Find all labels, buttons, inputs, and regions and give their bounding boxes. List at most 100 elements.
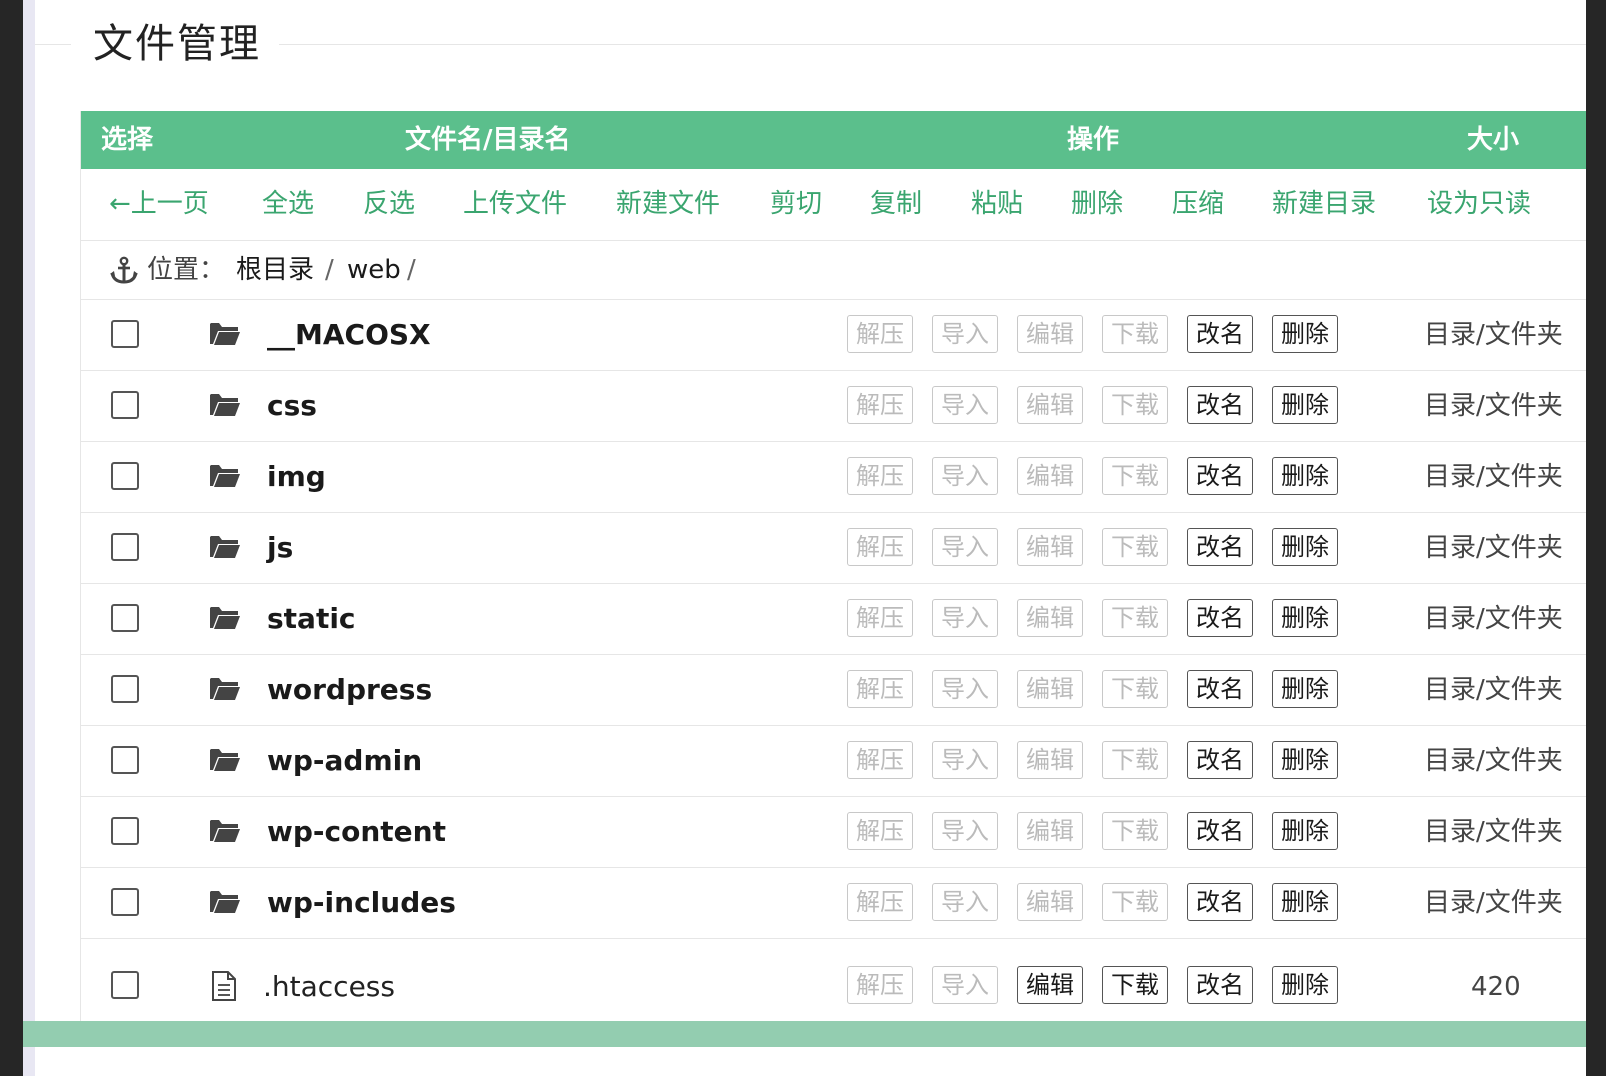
- row-checkbox[interactable]: [111, 888, 139, 916]
- edit-button: 编辑: [1017, 386, 1083, 424]
- extract-button: 解压: [847, 670, 913, 708]
- download-button: 下载: [1102, 599, 1168, 637]
- rename-button[interactable]: 改名: [1187, 883, 1253, 921]
- delete-row-button[interactable]: 删除: [1272, 966, 1338, 1004]
- window-left-edge: [0, 0, 23, 1076]
- rename-button[interactable]: 改名: [1187, 315, 1253, 353]
- edit-button: 编辑: [1017, 528, 1083, 566]
- download-button: 下载: [1102, 315, 1168, 353]
- table-row: css 解压 导入 编辑 下载 改名 删除 目录/文件夹: [81, 371, 1586, 442]
- import-button: 导入: [932, 812, 998, 850]
- header-filename: 文件名/目录名: [405, 125, 571, 155]
- edit-button: 编辑: [1017, 670, 1083, 708]
- file-size: 目录/文件夹: [1424, 746, 1563, 776]
- paste-button[interactable]: 粘贴: [971, 169, 1023, 240]
- file-name[interactable]: static: [267, 584, 356, 654]
- row-checkbox[interactable]: [111, 320, 139, 348]
- import-button: 导入: [932, 386, 998, 424]
- edit-button: 编辑: [1017, 741, 1083, 779]
- rename-button[interactable]: 改名: [1187, 599, 1253, 637]
- rename-button[interactable]: 改名: [1187, 966, 1253, 1004]
- file-name[interactable]: wp-content: [267, 797, 446, 867]
- row-checkbox[interactable]: [111, 604, 139, 632]
- select-all-button[interactable]: 全选: [262, 169, 314, 240]
- table-row: wp-includes 解压 导入 编辑 下载 改名 删除 目录/文件夹: [81, 868, 1586, 939]
- import-button: 导入: [932, 966, 998, 1004]
- file-size: 目录/文件夹: [1424, 888, 1563, 918]
- file-name[interactable]: js: [267, 513, 293, 583]
- row-checkbox[interactable]: [111, 391, 139, 419]
- prev-page-button[interactable]: ←上一页: [109, 169, 209, 240]
- table-row: wp-admin 解压 导入 编辑 下载 改名 删除 目录/文件夹: [81, 726, 1586, 797]
- file-name[interactable]: __MACOSX: [267, 300, 431, 370]
- breadcrumb: 位置： 根目录 / web /: [81, 241, 1586, 300]
- invert-selection-button[interactable]: 反选: [363, 169, 415, 240]
- rename-button[interactable]: 改名: [1187, 670, 1253, 708]
- file-table: 选择 文件名/目录名 操作 大小 ←上一页 全选 反选 上传文件 新建文件 剪切…: [80, 111, 1586, 1025]
- row-checkbox[interactable]: [111, 533, 139, 561]
- new-file-button[interactable]: 新建文件: [616, 169, 720, 240]
- folder-icon: [209, 533, 241, 561]
- new-directory-button[interactable]: 新建目录: [1272, 169, 1376, 240]
- delete-row-button[interactable]: 删除: [1272, 386, 1338, 424]
- location-label: 位置：: [147, 255, 226, 285]
- folder-icon: [209, 391, 241, 419]
- set-readonly-button[interactable]: 设为只读: [1427, 169, 1531, 240]
- import-button: 导入: [932, 528, 998, 566]
- file-name[interactable]: wordpress: [267, 655, 432, 725]
- rename-button[interactable]: 改名: [1187, 812, 1253, 850]
- folder-icon: [209, 817, 241, 845]
- file-size: 目录/文件夹: [1424, 462, 1563, 492]
- header-select: 选择: [101, 125, 154, 155]
- import-button: 导入: [932, 741, 998, 779]
- delete-row-button[interactable]: 删除: [1272, 528, 1338, 566]
- file-name[interactable]: img: [267, 442, 326, 512]
- panel-left-strip: [23, 0, 35, 1076]
- rename-button[interactable]: 改名: [1187, 386, 1253, 424]
- import-button: 导入: [932, 457, 998, 495]
- row-checkbox[interactable]: [111, 746, 139, 774]
- delete-row-button[interactable]: 删除: [1272, 315, 1338, 353]
- section-divider-right: [261, 44, 1586, 45]
- file-name[interactable]: css: [267, 371, 317, 441]
- download-button: 下载: [1102, 741, 1168, 779]
- row-checkbox[interactable]: [111, 675, 139, 703]
- section-title: 文件管理: [93, 14, 279, 74]
- copy-button[interactable]: 复制: [870, 169, 922, 240]
- file-size: 目录/文件夹: [1424, 817, 1563, 847]
- file-name[interactable]: wp-includes: [267, 868, 456, 938]
- cut-button[interactable]: 剪切: [770, 169, 822, 240]
- delete-button[interactable]: 删除: [1071, 169, 1123, 240]
- delete-row-button[interactable]: 删除: [1272, 812, 1338, 850]
- file-size: 目录/文件夹: [1424, 533, 1563, 563]
- rename-button[interactable]: 改名: [1187, 741, 1253, 779]
- delete-row-button[interactable]: 删除: [1272, 741, 1338, 779]
- header-operations: 操作: [1067, 125, 1120, 155]
- delete-row-button[interactable]: 删除: [1272, 670, 1338, 708]
- extract-button: 解压: [847, 883, 913, 921]
- table-row: wordpress 解压 导入 编辑 下载 改名 删除 目录/文件夹: [81, 655, 1586, 726]
- upload-file-button[interactable]: 上传文件: [463, 169, 567, 240]
- download-button[interactable]: 下载: [1102, 966, 1168, 1004]
- edit-button[interactable]: 编辑: [1017, 966, 1083, 1004]
- file-manager-panel: 文件管理 选择 文件名/目录名 操作 大小 ←上一页 全选 反选 上传文件 新建…: [23, 0, 1586, 1076]
- file-name[interactable]: wp-admin: [267, 726, 422, 796]
- file-size: 目录/文件夹: [1424, 675, 1563, 705]
- extract-button: 解压: [847, 812, 913, 850]
- edit-button: 编辑: [1017, 457, 1083, 495]
- row-checkbox[interactable]: [111, 971, 139, 999]
- rename-button[interactable]: 改名: [1187, 528, 1253, 566]
- rename-button[interactable]: 改名: [1187, 457, 1253, 495]
- section-divider-left: [35, 44, 71, 45]
- folder-icon: [209, 675, 241, 703]
- breadcrumb-web[interactable]: web: [347, 241, 401, 299]
- row-checkbox[interactable]: [111, 462, 139, 490]
- edit-button: 编辑: [1017, 812, 1083, 850]
- row-checkbox[interactable]: [111, 817, 139, 845]
- delete-row-button[interactable]: 删除: [1272, 599, 1338, 637]
- compress-button[interactable]: 压缩: [1172, 169, 1224, 240]
- download-button: 下载: [1102, 457, 1168, 495]
- breadcrumb-root[interactable]: 根目录: [236, 241, 314, 299]
- delete-row-button[interactable]: 删除: [1272, 457, 1338, 495]
- delete-row-button[interactable]: 删除: [1272, 883, 1338, 921]
